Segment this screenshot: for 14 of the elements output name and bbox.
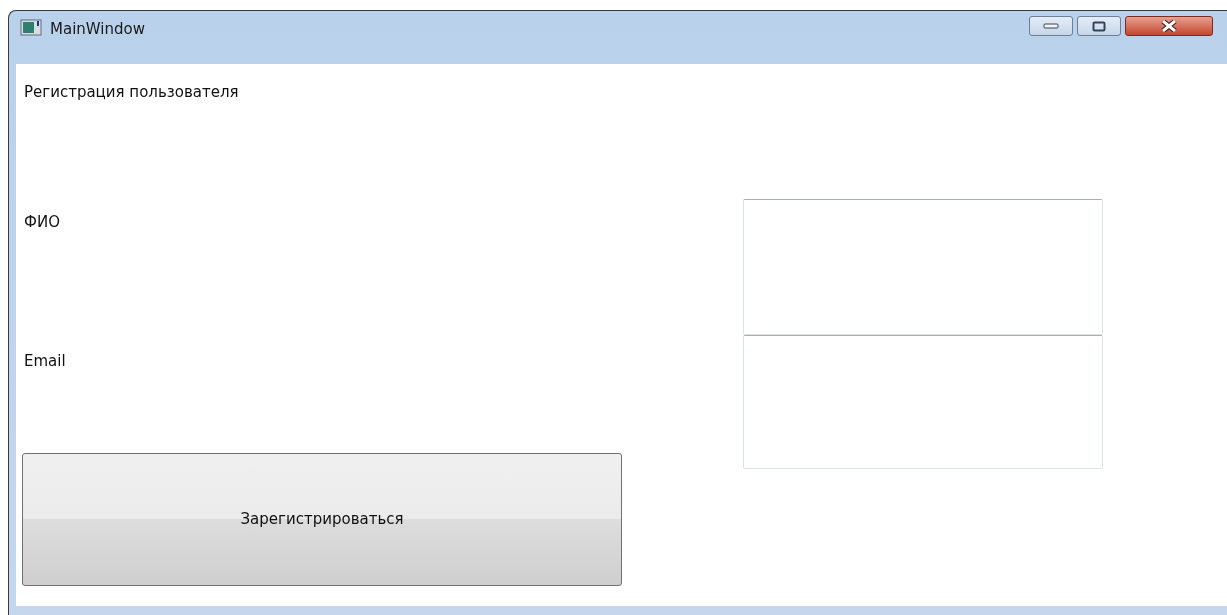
close-button[interactable] [1125, 16, 1213, 36]
minimize-icon [1043, 23, 1059, 29]
app-icon [20, 18, 42, 36]
maximize-button[interactable] [1077, 16, 1121, 36]
input-field[interactable] [743, 199, 1103, 335]
input-field[interactable] [743, 335, 1103, 469]
maximize-icon [1092, 20, 1106, 32]
field-label: ФИО [23, 212, 60, 232]
close-icon [1160, 20, 1178, 32]
form-heading: Регистрация пользователя [23, 82, 239, 102]
window-title: MainWindow [50, 19, 145, 40]
minimize-button[interactable] [1029, 16, 1073, 36]
field-label: Email [23, 351, 66, 371]
register-button[interactable]: Зарегистрироваться [22, 453, 622, 586]
